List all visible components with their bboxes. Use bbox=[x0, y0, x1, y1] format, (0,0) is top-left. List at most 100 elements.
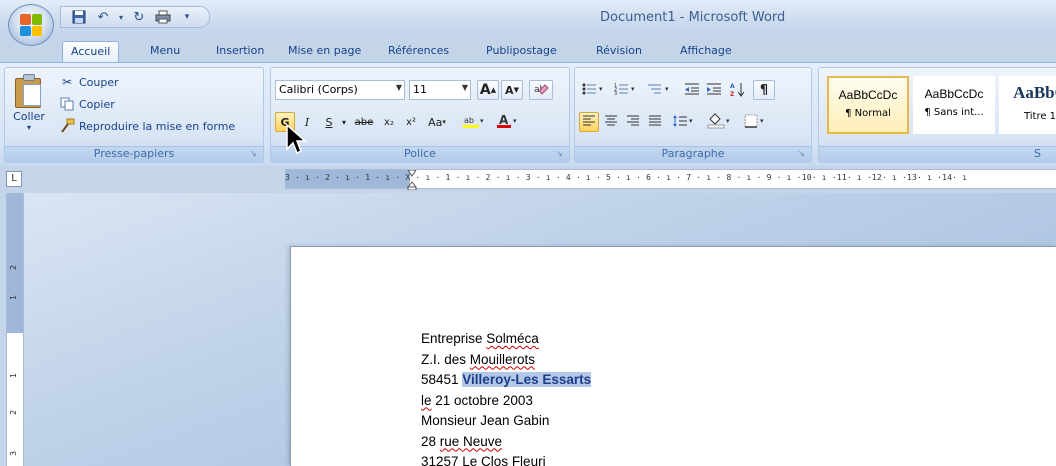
clipboard-group: Coller ▾ ✂ Couper Copier Reproduire la m… bbox=[4, 67, 264, 163]
indent-marker-icon[interactable] bbox=[407, 170, 417, 190]
svg-text:▾: ▾ bbox=[760, 117, 764, 125]
underline-button[interactable]: S bbox=[319, 112, 339, 132]
svg-text:Z: Z bbox=[730, 91, 735, 97]
sort-icon: AZ bbox=[730, 81, 746, 100]
decrease-indent-button[interactable] bbox=[681, 80, 703, 100]
copy-button[interactable]: Copier bbox=[59, 94, 115, 114]
dropdown-arrow-icon[interactable]: ▾ bbox=[117, 8, 125, 26]
horizontal-ruler[interactable]: 3 · ı · 2 · ı · 1 · ı · X · ı · 1 · ı · … bbox=[285, 169, 1056, 190]
align-left-button[interactable] bbox=[579, 112, 599, 132]
paste-button[interactable]: Coller ▾ bbox=[9, 72, 49, 134]
vruler-number: 2 bbox=[9, 264, 19, 271]
shrink-font-label: A bbox=[505, 83, 514, 97]
align-center-button[interactable] bbox=[601, 112, 621, 132]
shading-button[interactable]: ▾ bbox=[703, 112, 737, 132]
vruler-number: 1 bbox=[9, 294, 19, 301]
title-bar: ↶ ▾ ↻ ▾ Document1 - Microsoft Word bbox=[0, 0, 1056, 36]
cut-button[interactable]: ✂ Couper bbox=[59, 72, 119, 92]
tab-menu[interactable]: Menu bbox=[142, 41, 188, 62]
superscript-button[interactable]: x² bbox=[401, 112, 421, 132]
clipboard-dialog-launcher-icon[interactable]: ↘ bbox=[250, 149, 260, 159]
svg-text:▾: ▾ bbox=[480, 117, 484, 125]
vruler-number: 2 bbox=[9, 409, 19, 416]
highlight-button[interactable]: ab ▾ bbox=[457, 112, 491, 132]
tab-publipostage[interactable]: Publipostage bbox=[478, 41, 565, 62]
text-run: Entreprise bbox=[421, 331, 487, 346]
change-case-label: Aa bbox=[428, 115, 443, 129]
document-page[interactable]: Entreprise Solméca Z.I. des Mouillerots … bbox=[290, 246, 1056, 466]
style-normal[interactable]: AaBbCcDc ¶ Normal bbox=[827, 76, 909, 134]
document-body[interactable]: Entreprise Solméca Z.I. des Mouillerots … bbox=[421, 329, 592, 466]
misspelled-word[interactable]: le bbox=[421, 393, 432, 408]
multilevel-list-button[interactable]: ▾ bbox=[643, 80, 677, 100]
office-logo-icon bbox=[20, 14, 42, 36]
redo-icon[interactable]: ↻ bbox=[129, 8, 149, 26]
doc-line: Monsieur Jean Gabin bbox=[421, 411, 591, 432]
text-run: Monsieur Jean Gabin bbox=[421, 413, 550, 428]
text-run: 21 octobre 2003 bbox=[431, 392, 533, 408]
justify-icon bbox=[648, 115, 662, 130]
borders-button[interactable]: ▾ bbox=[741, 112, 771, 132]
vruler-number: 1 bbox=[9, 372, 19, 379]
font-dialog-launcher-icon[interactable]: ↘ bbox=[556, 149, 566, 159]
svg-text:3: 3 bbox=[614, 91, 617, 96]
misspelled-word[interactable]: rue Neuve bbox=[440, 434, 502, 449]
align-center-icon bbox=[604, 115, 618, 130]
doc-line: Entreprise Solméca bbox=[421, 329, 591, 350]
clear-formatting-button[interactable]: ab bbox=[529, 80, 553, 100]
tab-mise-en-page[interactable]: Mise en page bbox=[280, 41, 369, 62]
paragraph-dialog-launcher-icon[interactable]: ↘ bbox=[798, 149, 808, 159]
bullets-button[interactable]: ▾ bbox=[579, 80, 609, 100]
sort-button[interactable]: AZ bbox=[727, 80, 749, 100]
tab-affichage[interactable]: Affichage bbox=[672, 41, 740, 62]
numbering-button[interactable]: 1 2 3 ▾ bbox=[611, 80, 641, 100]
selected-text[interactable]: Villeroy-Les Essarts bbox=[462, 372, 592, 387]
tab-revision[interactable]: Révision bbox=[588, 41, 650, 62]
doc-line: le 21 octobre 2003 bbox=[421, 391, 591, 412]
paste-dropdown-icon[interactable]: ▾ bbox=[9, 123, 49, 132]
subscript-button[interactable]: x₂ bbox=[379, 112, 399, 132]
font-family-select[interactable]: Calibri (Corps) ▼ bbox=[275, 80, 405, 100]
font-size-select[interactable]: 11 ▼ bbox=[409, 80, 471, 100]
numbering-icon: 1 2 3 ▾ bbox=[614, 82, 638, 99]
undo-icon[interactable]: ↶ bbox=[93, 8, 113, 26]
change-case-button[interactable]: Aa ▾ bbox=[423, 112, 451, 132]
styles-group-label: S bbox=[819, 146, 1056, 162]
style-sample: AaBbCcDc bbox=[924, 87, 984, 101]
tab-selector-button[interactable]: L bbox=[6, 171, 22, 187]
format-painter-button[interactable]: Reproduire la mise en forme bbox=[59, 116, 235, 136]
print-icon[interactable] bbox=[153, 8, 173, 26]
grow-font-label: A bbox=[479, 82, 491, 98]
vertical-ruler[interactable]: 2 1 1 2 3 bbox=[6, 193, 24, 466]
decrease-indent-icon bbox=[684, 82, 700, 99]
customize-qat-icon[interactable]: ▾ bbox=[177, 8, 197, 26]
line-spacing-button[interactable]: ▾ bbox=[669, 112, 699, 132]
misspelled-word[interactable]: Mouillerots bbox=[470, 352, 535, 367]
style-no-spacing[interactable]: AaBbCcDc ¶ Sans int... bbox=[913, 76, 995, 134]
office-button[interactable] bbox=[8, 4, 54, 46]
tab-accueil[interactable]: Accueil bbox=[62, 41, 120, 62]
underline-dropdown-icon[interactable]: ▾ bbox=[339, 112, 349, 132]
doc-line: 31257 Le Clos Fleuri bbox=[421, 452, 591, 466]
align-right-button[interactable] bbox=[623, 112, 643, 132]
shrink-font-button[interactable]: A ▼ bbox=[501, 80, 523, 100]
style-name: ¶ Sans int... bbox=[924, 107, 984, 118]
justify-button[interactable] bbox=[645, 112, 665, 132]
increase-indent-icon bbox=[706, 82, 722, 99]
misspelled-word[interactable]: Solméca bbox=[486, 331, 539, 346]
tab-references[interactable]: Références bbox=[380, 41, 457, 62]
tab-insertion[interactable]: Insertion bbox=[208, 41, 272, 62]
text-run: 28 bbox=[421, 433, 440, 449]
increase-indent-button[interactable] bbox=[703, 80, 725, 100]
grow-font-button[interactable]: A ▲ bbox=[477, 80, 499, 100]
paste-label: Coller bbox=[13, 110, 45, 123]
align-left-icon bbox=[582, 115, 596, 130]
save-icon[interactable] bbox=[69, 8, 89, 26]
font-family-value: Calibri (Corps) bbox=[279, 83, 358, 96]
font-color-button[interactable]: A ▾ bbox=[493, 112, 523, 132]
show-formatting-button[interactable]: ¶ bbox=[753, 80, 775, 100]
style-titre-1[interactable]: AaBbC Titre 1 bbox=[999, 76, 1056, 134]
paragraph-group: ▾ 1 2 3 ▾ ▾ AZ ¶ ▾ ▾ ▾ Paragraphe ↘ bbox=[574, 67, 812, 163]
strikethrough-button[interactable]: abe bbox=[351, 112, 377, 132]
copy-icon bbox=[59, 96, 75, 112]
